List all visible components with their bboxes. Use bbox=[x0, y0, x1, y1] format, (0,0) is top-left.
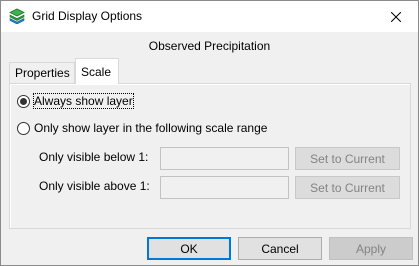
apply-button[interactable]: Apply bbox=[329, 237, 413, 260]
grid-layers-icon bbox=[9, 8, 25, 25]
tab-scale[interactable]: Scale bbox=[75, 58, 119, 84]
visible-below-label: Only visible below 1: bbox=[39, 150, 149, 164]
title-bar[interactable]: Grid Display Options bbox=[1, 1, 418, 32]
tab-properties[interactable]: Properties bbox=[9, 62, 75, 83]
scale-range-label: Only show layer in the following scale r… bbox=[34, 121, 268, 135]
cancel-button[interactable]: Cancel bbox=[238, 237, 322, 260]
window-title: Grid Display Options bbox=[32, 9, 143, 23]
scale-range-radio[interactable] bbox=[17, 121, 30, 135]
close-icon bbox=[390, 11, 401, 22]
always-show-label: Always show layer bbox=[33, 93, 134, 109]
always-show-option[interactable]: Always show layer bbox=[17, 93, 134, 109]
set-to-current-below-button[interactable]: Set to Current bbox=[295, 147, 400, 170]
grid-display-options-dialog: Grid Display Options Observed Precipitat… bbox=[0, 0, 419, 266]
layer-name-heading: Observed Precipitation bbox=[148, 39, 271, 53]
scale-tab-panel: Always show layer Only show layer in the… bbox=[9, 83, 411, 229]
always-show-radio[interactable] bbox=[17, 94, 30, 108]
scale-range-option[interactable]: Only show layer in the following scale r… bbox=[17, 121, 267, 135]
visible-above-label: Only visible above 1: bbox=[39, 179, 150, 193]
visible-below-field[interactable] bbox=[160, 147, 289, 170]
set-to-current-above-button[interactable]: Set to Current bbox=[295, 176, 400, 199]
visible-above-field[interactable] bbox=[160, 176, 289, 199]
ok-button[interactable]: OK bbox=[147, 237, 231, 260]
close-button[interactable] bbox=[373, 1, 418, 32]
